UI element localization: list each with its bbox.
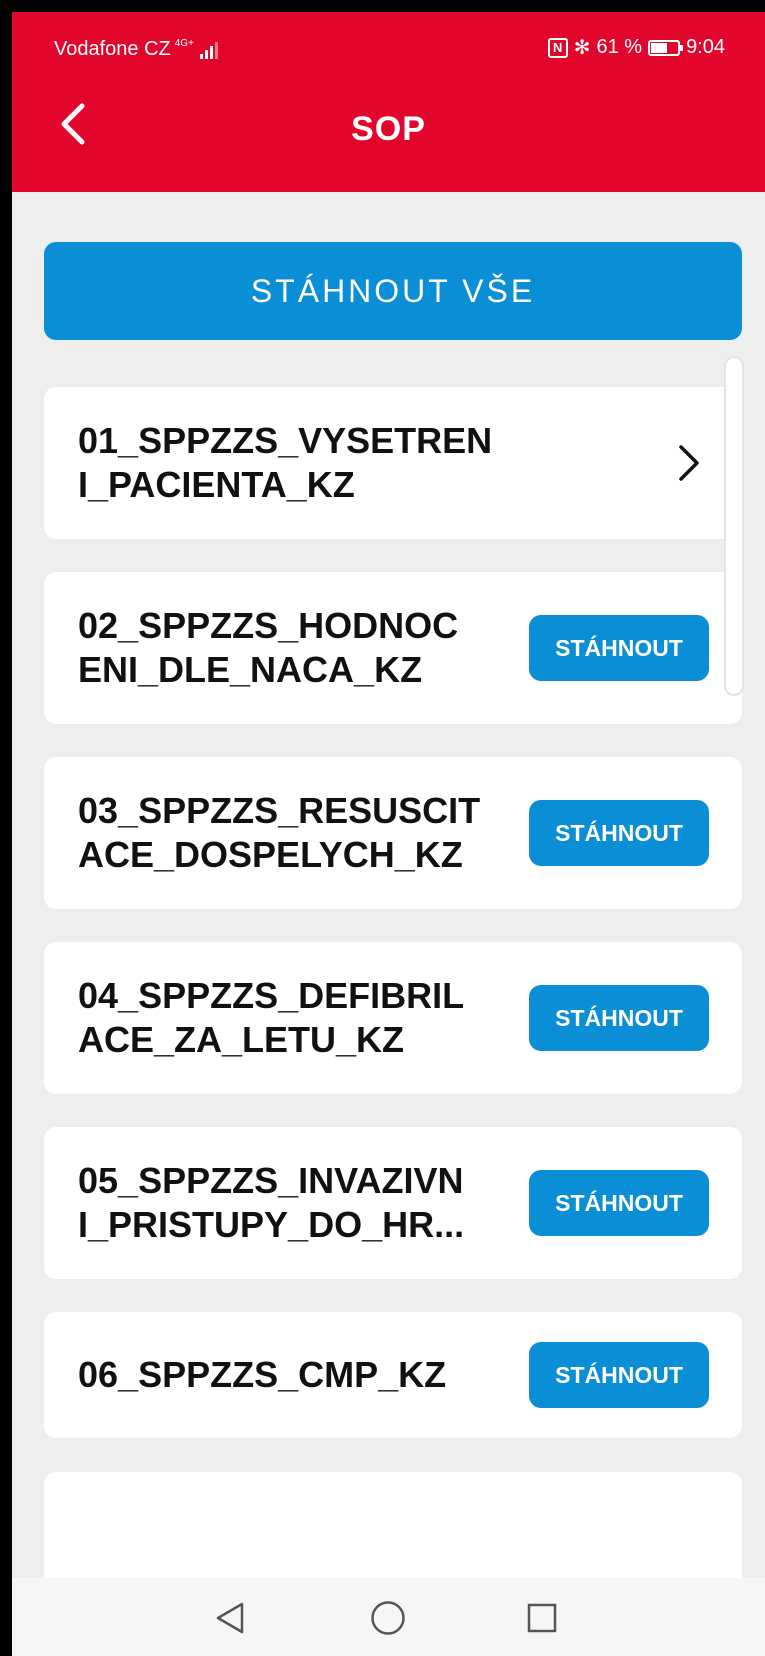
nfc-icon: N bbox=[547, 37, 568, 58]
list-item: 02_SPPZZS_HODNOC ENI_DLE_NACA_KZ STÁHNOU… bbox=[44, 572, 742, 724]
chevron-right-icon[interactable] bbox=[674, 443, 704, 483]
download-all-button[interactable]: STÁHNOUT VŠE bbox=[44, 242, 742, 340]
phone-screen: Vodafone CZ 4G+ N ✻ 61 % 9:04 SOP STÁHNO… bbox=[12, 12, 765, 1656]
download-button[interactable]: STÁHNOUT bbox=[529, 985, 709, 1051]
download-button[interactable]: STÁHNOUT bbox=[529, 1342, 709, 1408]
nav-home-button[interactable] bbox=[366, 1596, 410, 1640]
app-header: Vodafone CZ 4G+ N ✻ 61 % 9:04 SOP bbox=[12, 12, 765, 192]
system-nav-bar bbox=[12, 1578, 765, 1656]
item-title: 06_SPPZZS_CMP_KZ bbox=[78, 1354, 447, 1395]
list-item-partial bbox=[44, 1472, 742, 1592]
network-type: 4G+ bbox=[174, 37, 194, 49]
bluetooth-icon: ✻ bbox=[573, 36, 591, 59]
battery-icon bbox=[648, 39, 684, 56]
download-button[interactable]: STÁHNOUT bbox=[529, 800, 709, 866]
list-item: 03_SPPZZS_RESUSCIT ACE_DOSPELYCH_KZ STÁH… bbox=[44, 757, 742, 909]
status-bar: Vodafone CZ 4G+ N ✻ 61 % 9:04 bbox=[12, 12, 765, 64]
signal-icon bbox=[199, 41, 218, 59]
nav-back-button[interactable] bbox=[208, 1596, 252, 1640]
item-title: 02_SPPZZS_HODNOC ENI_DLE_NACA_KZ bbox=[78, 605, 459, 690]
status-icons: N ✻ 61 % 9:04 bbox=[547, 36, 725, 59]
battery-percent: 61 % bbox=[596, 36, 643, 58]
page-title: SOP bbox=[351, 110, 426, 148]
list-item[interactable]: 01_SPPZZS_VYSETREN I_PACIENTA_KZ bbox=[44, 387, 742, 539]
triangle-back-icon bbox=[216, 1602, 244, 1634]
list-item: 05_SPPZZS_INVAZIVN I_PRISTUPY_DO_HR... S… bbox=[44, 1127, 742, 1279]
carrier-name: Vodafone CZ bbox=[54, 38, 171, 60]
carrier-info: Vodafone CZ 4G+ bbox=[54, 38, 218, 61]
item-title: 04_SPPZZS_DEFIBRIL ACE_ZA_LETU_KZ bbox=[78, 975, 465, 1060]
list-item: 06_SPPZZS_CMP_KZ STÁHNOUT bbox=[44, 1312, 742, 1438]
scrollbar[interactable] bbox=[724, 356, 744, 696]
item-title: 03_SPPZZS_RESUSCIT ACE_DOSPELYCH_KZ bbox=[78, 790, 481, 875]
item-title: 05_SPPZZS_INVAZIVN I_PRISTUPY_DO_HR... bbox=[78, 1160, 465, 1245]
download-button[interactable]: STÁHNOUT bbox=[529, 1170, 709, 1236]
list-item: 04_SPPZZS_DEFIBRIL ACE_ZA_LETU_KZ STÁHNO… bbox=[44, 942, 742, 1094]
clock: 9:04 bbox=[686, 36, 725, 58]
circle-home-icon bbox=[371, 1601, 405, 1635]
item-title: 01_SPPZZS_VYSETREN I_PACIENTA_KZ bbox=[78, 420, 493, 505]
square-recents-icon bbox=[527, 1603, 557, 1633]
nav-recents-button[interactable] bbox=[520, 1596, 564, 1640]
download-button[interactable]: STÁHNOUT bbox=[529, 615, 709, 681]
